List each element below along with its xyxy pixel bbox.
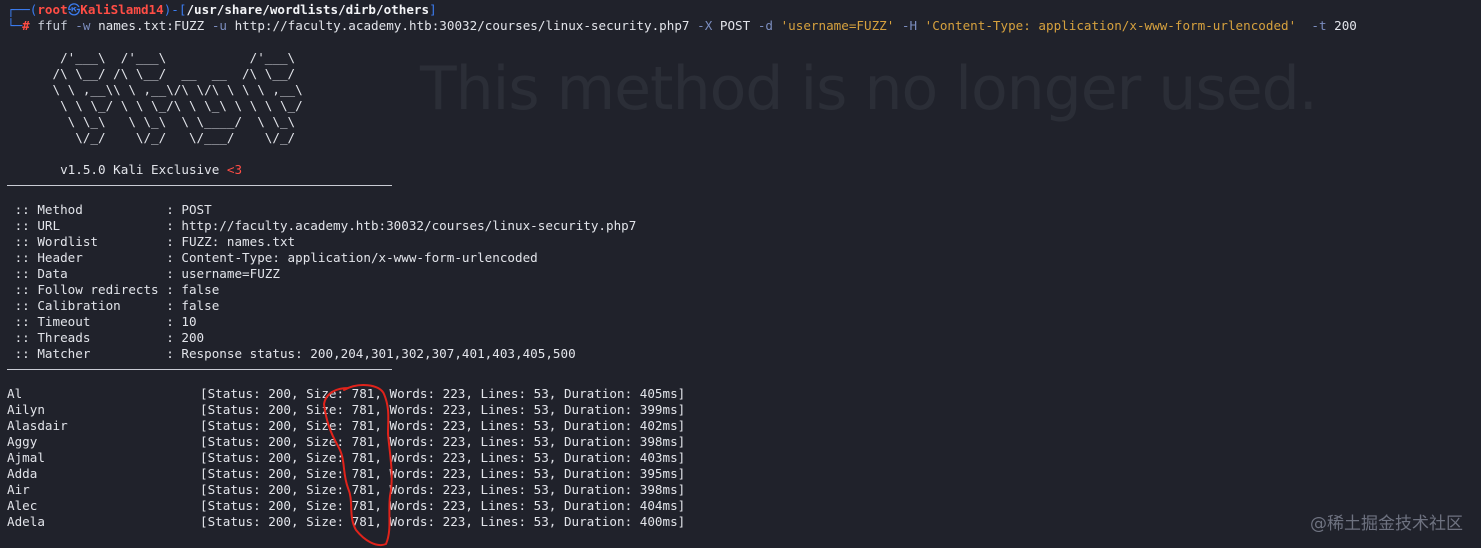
result-row: Adela [Status: 200, Size: 781, Words: 223… [7,514,686,529]
command-line: └─# ffuf -w names.txt:FUZZ -u http://fac… [7,18,1357,33]
prompt-path: /usr/share/wordlists/dirb/others [186,2,430,17]
results-list: Al [Status: 200, Size: 781, Words: 223, L… [7,386,1481,530]
config-follow-redirects: :: Follow redirects : false [7,282,220,297]
result-row: Ailyn [Status: 200, Size: 781, Words: 223… [7,402,686,417]
result-row: Alec [Status: 200, Size: 781, Words: 223,… [7,498,686,513]
result-row: Al [Status: 200, Size: 781, Words: 223, L… [7,386,686,401]
separator-bottom [7,369,392,370]
config-block: :: Method : POST :: URL : http://faculty… [7,202,1481,362]
result-row: Ajmal [Status: 200, Size: 781, Words: 223… [7,450,686,465]
terminal-output[interactable]: ┌──(root㉿KaliSlamd14)-[/usr/share/wordli… [7,2,1481,530]
size-highlight-annotation [323,384,393,546]
config-timeout: :: Timeout : 10 [7,314,197,329]
config-data: :: Data : username=FUZZ [7,266,280,281]
result-row: Aggy [Status: 200, Size: 781, Words: 223,… [7,434,686,449]
config-wordlist: :: Wordlist : FUZZ: names.txt [7,234,296,249]
result-row: Adda [Status: 200, Size: 781, Words: 223,… [7,466,686,481]
config-header: :: Header : Content-Type: application/x-… [7,250,538,265]
prompt-line-top: ┌──(root㉿KaliSlamd14)-[/usr/share/wordli… [7,2,437,17]
result-row: Air [Status: 200, Size: 781, Words: 223, … [7,482,686,497]
watermark: @稀土掘金技术社区 [1310,514,1463,534]
config-matcher: :: Matcher : Response status: 200,204,30… [7,346,576,361]
command-program: ffuf [37,18,68,33]
config-url: :: URL : http://faculty.academy.htb:3003… [7,218,637,233]
config-threads: :: Threads : 200 [7,330,205,345]
config-method: :: Method : POST [7,202,212,217]
ffuf-ascii-banner: /'___\ /'___\ /'___\ /\ \__/ /\ \__/ __ … [7,50,349,145]
config-calibration: :: Calibration : false [7,298,220,313]
version-line: v1.5.0 Kali Exclusive <3 [7,162,243,177]
result-row: Alasdair [Status: 200, Size: 781, Words: … [7,418,686,433]
separator-top [7,185,392,186]
